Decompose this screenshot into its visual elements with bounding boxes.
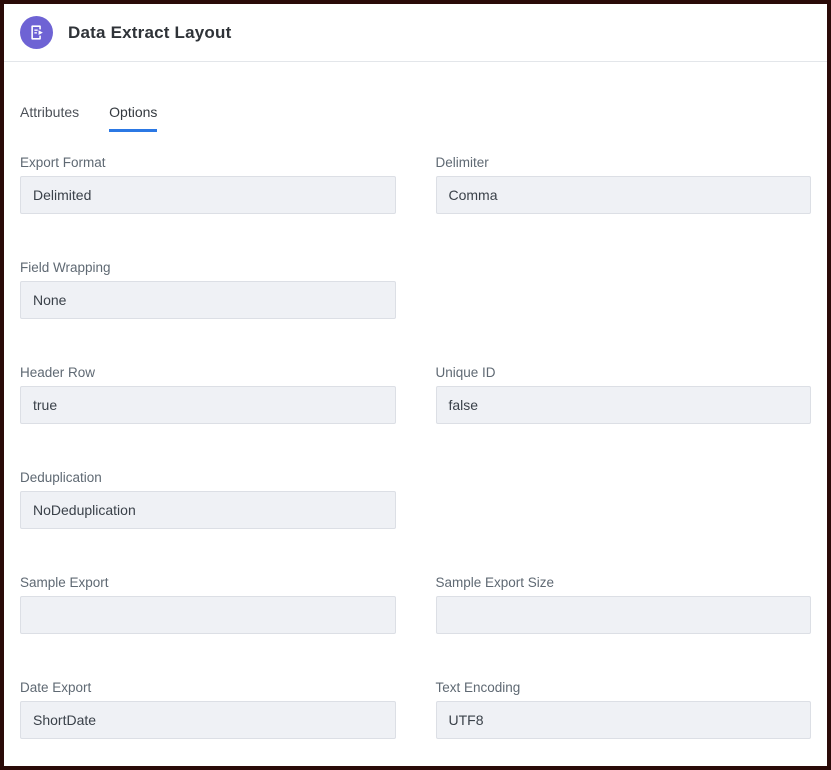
export-format-field[interactable]: Delimited <box>20 176 396 214</box>
field-group: Date Export ShortDate <box>20 678 396 739</box>
options-form: Export Format Delimited Delimiter Comma … <box>4 153 827 739</box>
field-group: Sample Export Size <box>436 573 812 634</box>
unique-id-field[interactable]: false <box>436 386 812 424</box>
sample-export-size-field[interactable] <box>436 596 812 634</box>
field-label: Date Export <box>20 678 396 698</box>
field-group: Deduplication NoDeduplication <box>20 468 396 529</box>
field-group: Field Wrapping None <box>20 258 396 319</box>
panel-header: Data Extract Layout <box>4 4 827 62</box>
sample-export-field[interactable] <box>20 596 396 634</box>
text-encoding-field[interactable]: UTF8 <box>436 701 812 739</box>
page-title: Data Extract Layout <box>68 23 231 43</box>
field-label: Unique ID <box>436 363 812 383</box>
field-wrapping-field[interactable]: None <box>20 281 396 319</box>
data-extract-layout-panel: Data Extract Layout Attributes Options E… <box>0 0 831 770</box>
field-label: Sample Export <box>20 573 396 593</box>
field-group: Header Row true <box>20 363 396 424</box>
field-label: Deduplication <box>20 468 396 488</box>
field-group: Sample Export <box>20 573 396 634</box>
header-row-field[interactable]: true <box>20 386 396 424</box>
date-export-field[interactable]: ShortDate <box>20 701 396 739</box>
field-label: Text Encoding <box>436 678 812 698</box>
field-group: Unique ID false <box>436 363 812 424</box>
deduplication-field[interactable]: NoDeduplication <box>20 491 396 529</box>
field-label: Delimiter <box>436 153 812 173</box>
empty-cell <box>436 258 812 319</box>
export-document-icon <box>20 16 53 49</box>
tab-attributes[interactable]: Attributes <box>20 104 79 132</box>
delimiter-field[interactable]: Comma <box>436 176 812 214</box>
field-label: Field Wrapping <box>20 258 396 278</box>
tab-options[interactable]: Options <box>109 104 157 132</box>
field-label: Export Format <box>20 153 396 173</box>
field-group: Text Encoding UTF8 <box>436 678 812 739</box>
empty-cell <box>436 468 812 529</box>
field-label: Header Row <box>20 363 396 383</box>
tab-bar: Attributes Options <box>4 104 827 132</box>
field-group: Export Format Delimited <box>20 153 396 214</box>
field-label: Sample Export Size <box>436 573 812 593</box>
field-group: Delimiter Comma <box>436 153 812 214</box>
